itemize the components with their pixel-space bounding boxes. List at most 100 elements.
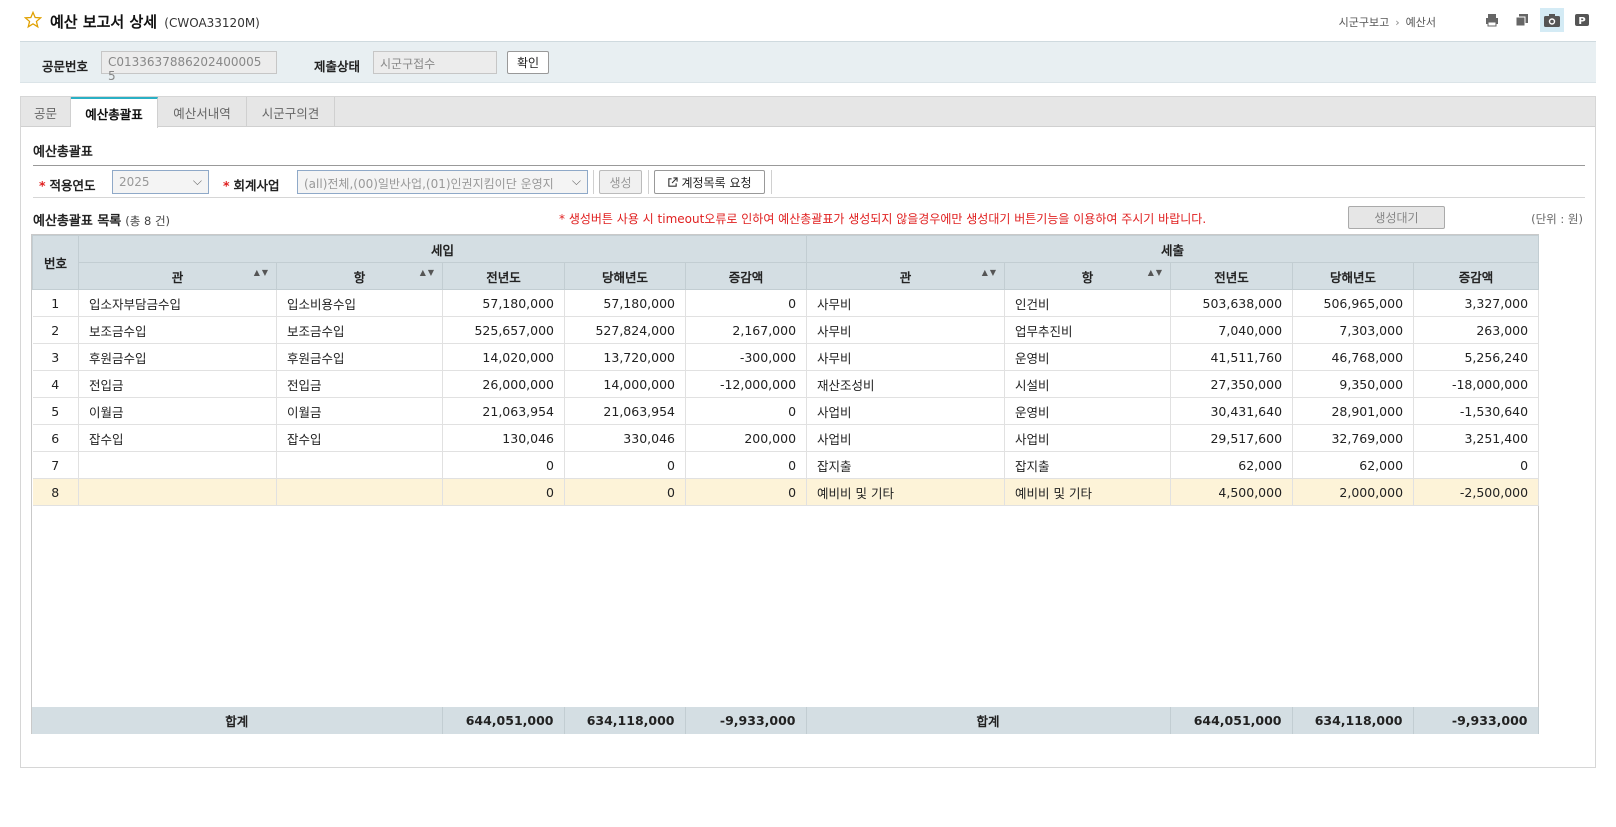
cell-expense-curr[interactable]: 32,769,000: [1292, 424, 1415, 452]
cell-income-prev[interactable]: 21,063,954: [442, 397, 565, 425]
cell-income-diff[interactable]: 200,000: [685, 424, 808, 452]
cell-expense-curr[interactable]: 9,350,000: [1292, 370, 1415, 398]
cell-expense-diff[interactable]: 5,256,240: [1413, 343, 1540, 371]
cell-expense-diff[interactable]: 3,251,400: [1413, 424, 1540, 452]
cell-expense-gwan[interactable]: 사업비: [806, 424, 1006, 452]
year-select[interactable]: 2025 ⌵: [112, 170, 209, 194]
camera-icon[interactable]: [1540, 8, 1564, 32]
confirm-button[interactable]: 확인: [507, 51, 549, 74]
cell-expense-hang[interactable]: 운영비: [1004, 397, 1172, 425]
biz-select[interactable]: (all)전체,(00)일반사업,(01)인권지킴이단 운영지 ⌵: [297, 170, 588, 194]
cell-income-hang[interactable]: 이월금: [276, 397, 443, 425]
cell-income-curr[interactable]: 57,180,000: [564, 289, 686, 317]
cell-income-diff[interactable]: 0: [685, 397, 808, 425]
table-row[interactable]: 7 0 0 0 잡지출 잡지출 62,000 62,000 0: [32, 451, 1540, 479]
cell-income-hang[interactable]: 입소비용수입: [276, 289, 443, 317]
cell-income-hang[interactable]: 보조금수입: [276, 316, 443, 344]
cell-expense-diff[interactable]: 0: [1413, 451, 1540, 479]
cell-row-no[interactable]: 5: [32, 397, 79, 425]
table-row[interactable]: 2 보조금수입 보조금수입 525,657,000 527,824,000 2,167,0…: [32, 316, 1540, 344]
cell-income-prev[interactable]: 525,657,000: [442, 316, 565, 344]
cell-income-hang[interactable]: 전입금: [276, 370, 443, 398]
cell-income-curr[interactable]: 0: [564, 451, 686, 479]
cell-expense-curr[interactable]: 46,768,000: [1292, 343, 1415, 371]
sort-filter-icon[interactable]: ▲▼: [420, 268, 436, 277]
generate-wait-button[interactable]: 생성대기: [1348, 206, 1445, 229]
cell-row-no[interactable]: 3: [32, 343, 79, 371]
tab-budget-summary[interactable]: 예산총괄표: [71, 97, 158, 128]
cell-income-prev[interactable]: 26,000,000: [442, 370, 565, 398]
cell-expense-diff[interactable]: 3,327,000: [1413, 289, 1540, 317]
cell-income-gwan[interactable]: [78, 478, 277, 506]
cell-income-hang[interactable]: [276, 478, 443, 506]
cell-expense-gwan[interactable]: 예비비 및 기타: [806, 478, 1006, 506]
cell-income-gwan[interactable]: [78, 451, 277, 479]
table-row[interactable]: 6 잡수입 잡수입 130,046 330,046 200,000 사업비 사업비 29,517…: [32, 424, 1540, 452]
cell-expense-hang[interactable]: 사업비: [1004, 424, 1172, 452]
generate-button[interactable]: 생성: [599, 170, 642, 194]
cell-income-curr[interactable]: 14,000,000: [564, 370, 686, 398]
cell-income-diff[interactable]: 0: [685, 478, 808, 506]
cell-expense-gwan[interactable]: 잡지출: [806, 451, 1006, 479]
tab-official-doc[interactable]: 공문: [21, 97, 71, 127]
cell-expense-gwan[interactable]: 재산조성비: [806, 370, 1006, 398]
cell-expense-gwan[interactable]: 사무비: [806, 289, 1006, 317]
cell-income-diff[interactable]: 0: [685, 451, 808, 479]
cell-income-gwan[interactable]: 잡수입: [78, 424, 277, 452]
cell-income-diff[interactable]: -300,000: [685, 343, 808, 371]
table-row[interactable]: 1 입소자부담금수입 입소비용수입 57,180,000 57,180,000 0 사무비 인…: [32, 289, 1540, 317]
sort-filter-icon[interactable]: ▲▼: [1148, 268, 1164, 277]
cell-expense-diff[interactable]: -18,000,000: [1413, 370, 1540, 398]
breadcrumb-item[interactable]: 예산서: [1406, 16, 1436, 29]
cell-expense-hang[interactable]: 인건비: [1004, 289, 1172, 317]
favorite-star-icon[interactable]: [24, 11, 42, 29]
cell-expense-prev[interactable]: 27,350,000: [1170, 370, 1294, 398]
cell-expense-gwan[interactable]: 사무비: [806, 343, 1006, 371]
request-account-list-button[interactable]: 계정목록 요청: [654, 170, 765, 194]
cell-income-gwan[interactable]: 입소자부담금수입: [78, 289, 277, 317]
col-header-income-gwan[interactable]: 관 ▲▼: [78, 262, 277, 290]
cell-income-hang[interactable]: 후원금수입: [276, 343, 443, 371]
cell-income-prev[interactable]: 14,020,000: [442, 343, 565, 371]
cell-income-gwan[interactable]: 보조금수입: [78, 316, 277, 344]
sort-filter-icon[interactable]: ▲▼: [254, 268, 270, 277]
cell-expense-hang[interactable]: 잡지출: [1004, 451, 1172, 479]
cell-income-hang[interactable]: 잡수입: [276, 424, 443, 452]
cell-income-gwan[interactable]: 후원금수입: [78, 343, 277, 371]
cell-row-no[interactable]: 4: [32, 370, 79, 398]
cell-income-diff[interactable]: 0: [685, 289, 808, 317]
cell-expense-prev[interactable]: 30,431,640: [1170, 397, 1294, 425]
col-header-expense-gwan[interactable]: 관 ▲▼: [806, 262, 1006, 290]
cell-income-prev[interactable]: 57,180,000: [442, 289, 565, 317]
tab-budget-details[interactable]: 예산서내역: [158, 97, 247, 127]
table-row[interactable]: 3 후원금수입 후원금수입 14,020,000 13,720,000 -300,000 사…: [32, 343, 1540, 371]
cell-expense-curr[interactable]: 62,000: [1292, 451, 1415, 479]
cell-expense-prev[interactable]: 29,517,600: [1170, 424, 1294, 452]
cell-income-prev[interactable]: 0: [442, 478, 565, 506]
table-row[interactable]: 8 0 0 0 예비비 및 기타 예비비 및 기타 4,500,000 2,000,000 -2…: [32, 478, 1540, 506]
cell-expense-gwan[interactable]: 사업비: [806, 397, 1006, 425]
doc-no-input[interactable]: C0133637886202400005 5: [101, 51, 277, 83]
col-header-expense-hang[interactable]: 항 ▲▼: [1004, 262, 1172, 290]
cell-expense-diff[interactable]: -2,500,000: [1413, 478, 1540, 506]
cell-expense-curr[interactable]: 506,965,000: [1292, 289, 1415, 317]
cell-row-no[interactable]: 7: [32, 451, 79, 479]
cell-expense-curr[interactable]: 7,303,000: [1292, 316, 1415, 344]
cell-expense-hang[interactable]: 예비비 및 기타: [1004, 478, 1172, 506]
cell-expense-diff[interactable]: 263,000: [1413, 316, 1540, 344]
cell-income-hang[interactable]: [276, 451, 443, 479]
table-row[interactable]: 4 전입금 전입금 26,000,000 14,000,000 -12,000,000 재산…: [32, 370, 1540, 398]
cell-expense-prev[interactable]: 41,511,760: [1170, 343, 1294, 371]
copy-window-icon[interactable]: [1510, 8, 1534, 32]
cell-expense-curr[interactable]: 28,901,000: [1292, 397, 1415, 425]
cell-row-no[interactable]: 6: [32, 424, 79, 452]
cell-row-no[interactable]: 1: [32, 289, 79, 317]
status-input[interactable]: 시군구접수: [373, 51, 497, 74]
sort-filter-icon[interactable]: ▲▼: [982, 268, 998, 277]
cell-expense-gwan[interactable]: 사무비: [806, 316, 1006, 344]
pdf-icon[interactable]: P: [1570, 8, 1594, 32]
print-icon[interactable]: [1480, 8, 1504, 32]
cell-income-diff[interactable]: 2,167,000: [685, 316, 808, 344]
table-row[interactable]: 5 이월금 이월금 21,063,954 21,063,954 0 사업비 운영비 30,431…: [32, 397, 1540, 425]
cell-expense-hang[interactable]: 운영비: [1004, 343, 1172, 371]
